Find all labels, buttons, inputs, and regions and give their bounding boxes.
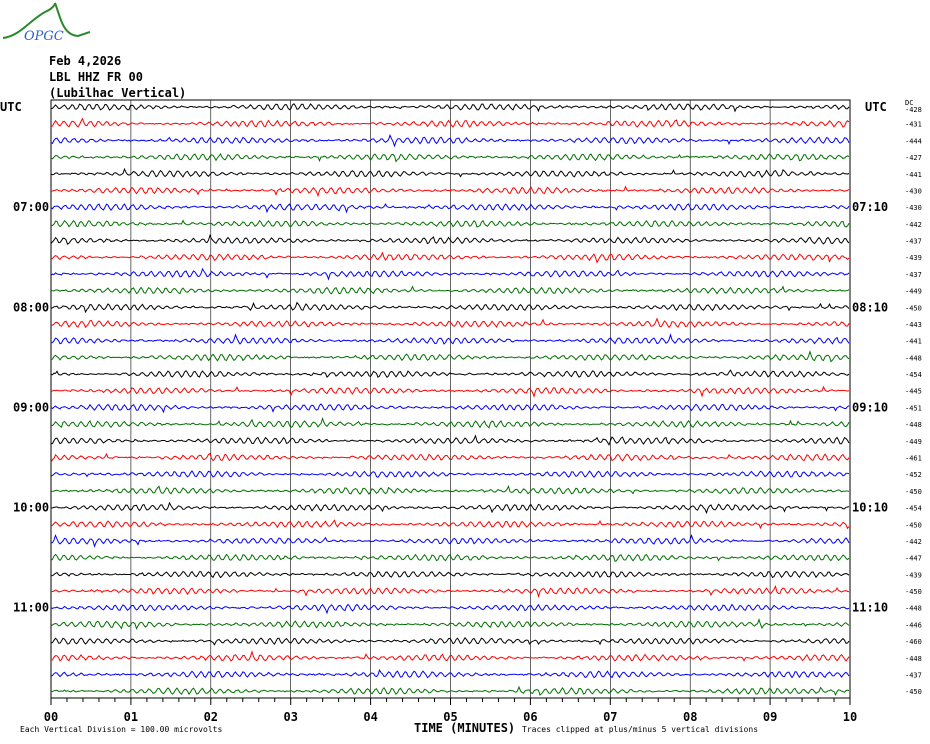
seismic-trace: [50, 350, 850, 363]
dc-offset-label: -431: [905, 121, 922, 129]
dc-offset-label: -448: [905, 421, 922, 429]
x-tick-label: 00: [44, 710, 58, 724]
dc-offset-label: -430: [905, 187, 922, 195]
dc-offset-label: -460: [905, 638, 922, 646]
dc-offset-label: -450: [905, 688, 922, 696]
seismic-trace: [50, 452, 850, 463]
seismic-trace: [50, 103, 850, 113]
clip-note: Traces clipped at plus/minus 5 vertical …: [522, 725, 759, 734]
right-time-label: 09:10: [852, 400, 888, 414]
seismic-trace: [50, 285, 850, 295]
x-tick-label: 10: [843, 710, 857, 724]
right-time-label: 07:10: [852, 200, 888, 214]
seismic-trace: [50, 416, 850, 429]
helicorder-chart: 00 01 02 03 04 05 06 07 08 09 10UTC UTC DC07:0008:00…: [0, 99, 922, 724]
dc-offset-label: -454: [905, 371, 922, 379]
seismic-trace: [50, 501, 850, 515]
left-time-label: 11:00: [13, 601, 49, 615]
dc-offset-label: -441: [905, 171, 922, 179]
dc-offset-label: -439: [905, 571, 922, 579]
dc-offset-label: -437: [905, 238, 922, 246]
seismic-trace: [50, 133, 850, 148]
dc-offset-label: -447: [905, 555, 922, 563]
dc-offset-label: -448: [905, 605, 922, 613]
dc-offset-label: -448: [905, 655, 922, 663]
dc-offset-label: -454: [905, 505, 922, 513]
dc-offset-label: -450: [905, 521, 922, 529]
seismic-trace: [50, 267, 850, 281]
dc-offset-label: -428: [905, 106, 922, 114]
seismic-trace: [50, 153, 850, 163]
seismic-trace: [50, 369, 850, 379]
dc-offset-label: -442: [905, 538, 922, 546]
seismic-trace: [50, 385, 850, 398]
x-tick-label: 07: [603, 710, 617, 724]
left-time-label: 07:00: [13, 200, 49, 214]
left-time-label: 10:00: [13, 501, 49, 515]
dc-offset-label: -441: [905, 338, 922, 346]
x-tick-label: 06: [523, 710, 537, 724]
x-tick-label: 03: [283, 710, 297, 724]
seismic-trace: [51, 584, 850, 599]
dc-offset-label: -445: [905, 388, 922, 396]
dc-offset-label: -451: [905, 404, 922, 412]
left-axis-title: UTC: [0, 100, 22, 114]
dc-offset-label: -439: [905, 254, 922, 262]
dc-offset-label: -450: [905, 304, 922, 312]
seismic-trace: [50, 519, 850, 530]
dc-offset-label: -427: [905, 154, 922, 162]
left-time-label: 09:00: [13, 400, 49, 414]
x-axis-label: TIME (MINUTES): [414, 721, 516, 735]
right-axis-title: UTC: [865, 100, 887, 114]
dc-offset-label: -450: [905, 488, 922, 496]
dc-offset-label: -452: [905, 471, 922, 479]
dc-offset-label: -450: [905, 588, 922, 596]
seismic-trace: [50, 203, 850, 214]
seismic-trace: [50, 485, 850, 495]
dc-offset-label: -437: [905, 671, 922, 679]
x-tick-label: 01: [124, 710, 138, 724]
dc-offset-label: -449: [905, 438, 922, 446]
seismic-trace: [50, 251, 850, 264]
dc-offset-label: -461: [905, 454, 922, 462]
dc-offset-label: -448: [905, 354, 922, 362]
seismic-trace: [50, 636, 850, 646]
seismic-trace: [50, 117, 850, 128]
seismic-trace: [50, 553, 850, 562]
seismic-trace: [50, 301, 850, 314]
seismic-trace: [50, 570, 850, 579]
x-tick-label: 04: [363, 710, 377, 724]
seismic-trace: [50, 668, 850, 679]
seismic-trace: [50, 685, 850, 696]
seismic-trace: [50, 470, 850, 478]
seismic-trace: [50, 618, 850, 630]
dc-offset-label: -430: [905, 204, 922, 212]
left-time-label: 08:00: [13, 300, 49, 314]
seismic-trace: [50, 650, 850, 662]
dc-offset-label: -442: [905, 221, 922, 229]
seismic-trace: [50, 603, 850, 615]
seismic-trace: [50, 219, 850, 228]
seismic-trace: [50, 434, 850, 446]
seismic-trace: [50, 317, 850, 329]
seismic-trace: [50, 167, 850, 178]
right-time-label: 08:10: [852, 300, 888, 314]
x-tick-label: 09: [763, 710, 777, 724]
dc-offset-label: -444: [905, 137, 922, 145]
scale-note: Each Vertical Division = 100.00 microvol…: [20, 725, 223, 734]
seismic-trace: [50, 185, 850, 198]
dc-offset-label: -446: [905, 621, 922, 629]
seismic-trace: [50, 403, 850, 414]
dc-offset-label: -443: [905, 321, 922, 329]
x-tick-label: 02: [204, 710, 218, 724]
x-tick-label: 08: [683, 710, 697, 724]
seismic-trace: [50, 233, 850, 245]
seismic-trace: [50, 333, 850, 345]
right-time-label: 11:10: [852, 601, 888, 615]
right-time-label: 10:10: [852, 501, 888, 515]
seismic-trace: [50, 533, 850, 548]
dc-offset-label: -437: [905, 271, 922, 279]
dc-offset-label: -449: [905, 288, 922, 296]
